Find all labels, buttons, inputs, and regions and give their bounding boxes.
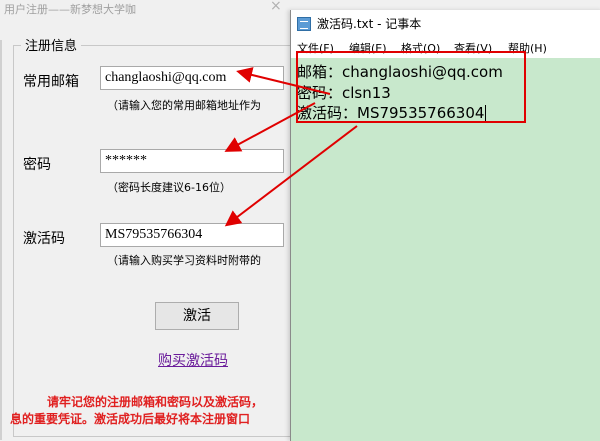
close-icon[interactable]: × <box>270 0 282 14</box>
notepad-app-icon <box>297 17 311 31</box>
notepad-titlebar[interactable]: 激活码.txt - 记事本 <box>291 10 600 38</box>
activation-code-field[interactable]: MS79535766304 <box>100 223 284 247</box>
warning-text-line1: 请牢记您的注册邮箱和密码以及激活码， <box>47 395 264 409</box>
notepad-title: 激活码.txt - 记事本 <box>317 17 422 31</box>
window-border <box>0 40 2 440</box>
email-hint: （请输入您的常用邮箱地址作为 <box>107 99 261 112</box>
password-label: 密码 <box>23 157 51 173</box>
buy-activation-code-link[interactable]: 购买激活码 <box>158 350 228 370</box>
password-field[interactable]: ****** <box>100 149 284 173</box>
registration-window-title: 用户注册——新梦想大学咖 <box>4 3 136 16</box>
activation-code-hint: （请输入购买学习资料时附带的 <box>107 254 261 267</box>
activation-code-label: 激活码 <box>23 231 65 247</box>
warning-text-line2: 息的重要凭证。激活成功后最好将本注册窗口 <box>10 412 251 426</box>
password-hint: （密码长度建议6-16位） <box>107 181 231 194</box>
highlight-box <box>296 51 526 123</box>
group-title: 注册信息 <box>21 35 82 54</box>
email-label: 常用邮箱 <box>23 74 79 90</box>
email-field[interactable]: changlaoshi@qq.com <box>100 66 284 90</box>
activate-button[interactable]: 激活 <box>155 302 239 330</box>
